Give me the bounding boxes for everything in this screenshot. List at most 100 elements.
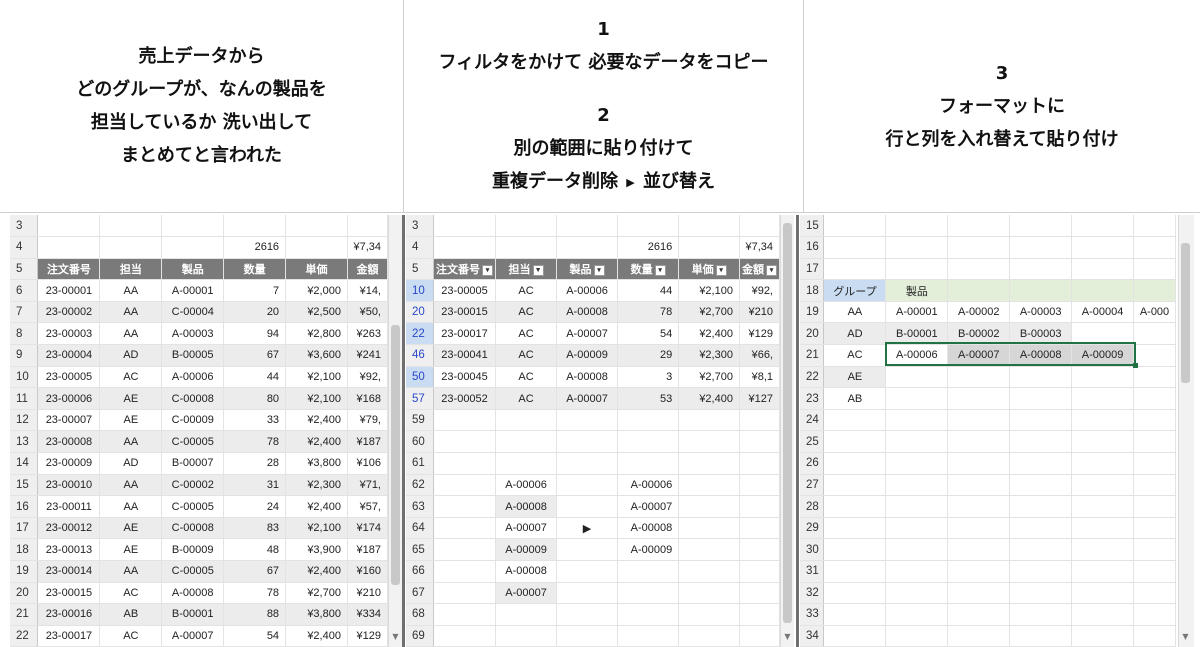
row-header[interactable]: 19 (10, 560, 39, 583)
cell[interactable] (433, 215, 497, 238)
row-header[interactable]: 5 (10, 258, 39, 281)
cell[interactable] (823, 603, 887, 626)
cell[interactable] (1009, 517, 1073, 540)
row-header[interactable]: 24 (800, 409, 825, 432)
row-header[interactable]: 22 (406, 322, 435, 346)
cell[interactable] (1133, 452, 1176, 475)
cell[interactable]: 78 (223, 582, 287, 605)
cell[interactable]: ▶ (556, 517, 619, 540)
vertical-scrollbar-1[interactable]: ▼ (388, 215, 402, 647)
cell[interactable]: ¥2,300 (678, 344, 740, 367)
scrollbar-thumb[interactable] (1181, 243, 1190, 383)
cell[interactable] (433, 582, 497, 605)
cell[interactable] (1071, 430, 1134, 454)
cell[interactable]: 23-00002 (37, 301, 101, 324)
cell[interactable] (1133, 279, 1176, 302)
cell[interactable] (1071, 366, 1134, 389)
cell[interactable]: A-00008 (1009, 344, 1073, 367)
cell[interactable]: ¥2,700 (678, 366, 740, 389)
cell[interactable] (556, 236, 619, 259)
cell[interactable] (885, 625, 949, 647)
cell[interactable]: AE (99, 409, 163, 432)
cell[interactable]: 23-00013 (37, 538, 101, 561)
vertical-scrollbar-3[interactable]: ▼ (1178, 215, 1194, 647)
cell[interactable]: ¥2,400 (678, 322, 740, 346)
cell[interactable]: A-00009 (617, 538, 680, 561)
cell[interactable] (99, 215, 163, 238)
cell[interactable]: A-00007 (495, 582, 558, 605)
row-header[interactable]: 9 (10, 344, 39, 367)
cell[interactable] (1071, 258, 1134, 281)
cell[interactable] (617, 625, 680, 647)
cell[interactable]: B-00005 (161, 344, 225, 367)
cell[interactable] (885, 560, 949, 583)
cell[interactable]: A-00007 (556, 322, 619, 346)
cell[interactable]: AD (99, 452, 163, 475)
cell[interactable]: ¥160 (347, 560, 388, 583)
cell[interactable] (678, 538, 740, 561)
row-header[interactable]: 26 (800, 452, 825, 475)
cell[interactable]: ¥2,100 (285, 366, 348, 389)
cell[interactable]: A-00007 (556, 387, 619, 410)
cell[interactable]: C-00008 (161, 387, 225, 410)
cell[interactable] (739, 582, 780, 605)
cell[interactable]: ¥3,800 (285, 452, 348, 475)
cell[interactable]: AA (99, 474, 163, 497)
cell[interactable] (495, 625, 558, 647)
fill-handle[interactable] (1133, 363, 1138, 368)
cell[interactable]: ¥2,000 (285, 279, 348, 302)
column-header-cell[interactable]: 数量 (223, 258, 287, 281)
cell[interactable] (885, 236, 949, 259)
cell[interactable]: 23-00017 (433, 322, 497, 346)
cell[interactable] (823, 582, 887, 605)
row-header[interactable]: 20 (10, 582, 39, 605)
cell[interactable] (617, 409, 680, 432)
cell[interactable]: ¥92, (739, 279, 780, 302)
cell[interactable] (823, 409, 887, 432)
cell[interactable] (1133, 236, 1176, 259)
cell[interactable]: AA (99, 560, 163, 583)
cell[interactable] (1009, 215, 1073, 238)
cell[interactable] (1071, 560, 1134, 583)
cell[interactable] (1133, 560, 1176, 583)
cell[interactable] (1071, 279, 1134, 302)
cell[interactable] (678, 517, 740, 540)
cell[interactable] (1009, 366, 1073, 389)
cell[interactable] (1009, 582, 1073, 605)
row-header[interactable]: 60 (406, 430, 435, 454)
cell[interactable] (1009, 538, 1073, 561)
cell[interactable]: C-00005 (161, 560, 225, 583)
cell[interactable] (678, 603, 740, 626)
cell[interactable]: 23-00015 (37, 582, 101, 605)
cell[interactable]: ¥2,100 (285, 387, 348, 410)
cell[interactable] (885, 258, 949, 281)
sheet-pane-1[interactable]: 3 4 2616 ¥7,34 5 注文番号 担当 製品 数量 単価 金額 6 23-00001 AA A-0… (10, 215, 388, 647)
cell[interactable] (433, 603, 497, 626)
cell[interactable] (1009, 474, 1073, 497)
cell[interactable] (556, 495, 619, 518)
row-header[interactable]: 3 (406, 215, 435, 238)
cell[interactable]: ¥187 (347, 538, 388, 561)
cell[interactable]: A-00001 (161, 279, 225, 302)
cell[interactable] (617, 582, 680, 605)
scroll-down-icon[interactable]: ▼ (389, 632, 402, 641)
cell[interactable]: ¥210 (739, 301, 780, 324)
cell[interactable]: 7 (223, 279, 287, 302)
cell[interactable] (885, 603, 949, 626)
cell[interactable] (617, 430, 680, 454)
cell[interactable] (947, 409, 1011, 432)
row-header[interactable]: 20 (800, 322, 825, 346)
cell[interactable]: 23-00011 (37, 495, 101, 518)
cell[interactable]: 3 (617, 366, 680, 389)
cell[interactable] (617, 215, 680, 238)
cell[interactable]: C-00004 (161, 301, 225, 324)
cell[interactable] (678, 582, 740, 605)
cell[interactable] (1071, 517, 1134, 540)
scroll-down-icon[interactable]: ▼ (1179, 632, 1192, 641)
cell[interactable] (678, 236, 740, 259)
cell[interactable] (433, 495, 497, 518)
cell[interactable]: 23-00052 (433, 387, 497, 410)
cell[interactable] (947, 474, 1011, 497)
cell[interactable] (433, 517, 497, 540)
cell[interactable] (678, 215, 740, 238)
